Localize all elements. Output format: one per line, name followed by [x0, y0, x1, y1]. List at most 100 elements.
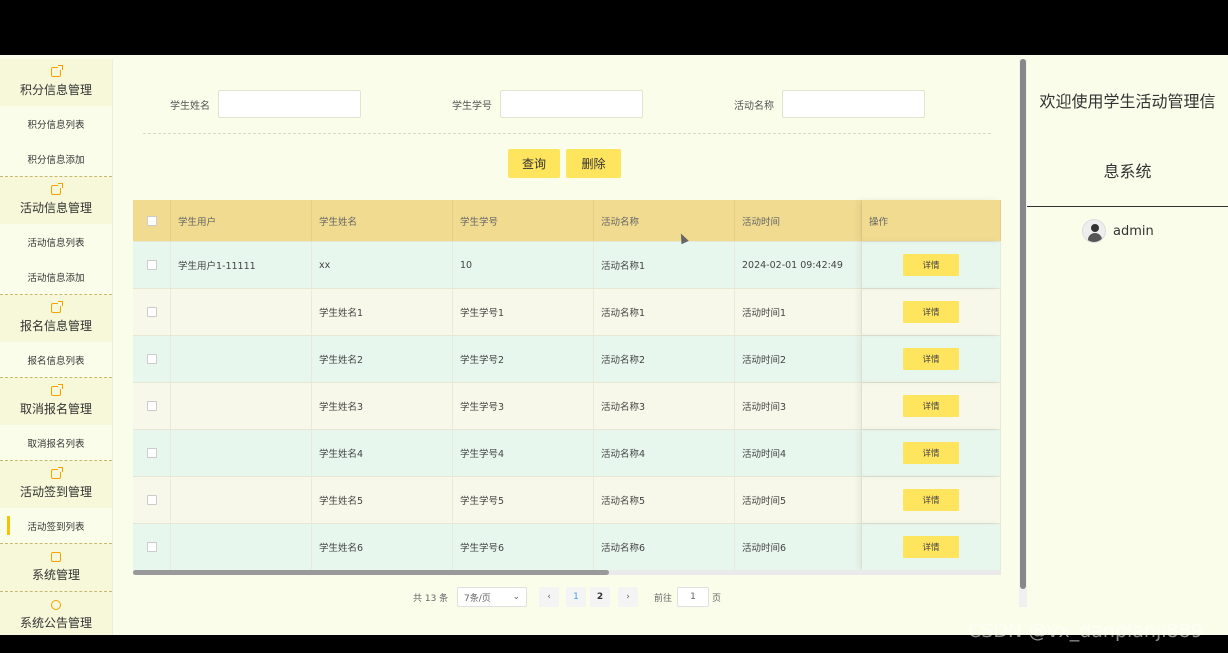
table-cell: 活动名称2: [594, 336, 735, 382]
menu-group-header[interactable]: 报名信息管理: [0, 295, 112, 342]
header-activity-time[interactable]: 活动时间: [735, 200, 862, 241]
student-no-label: 学生学号: [452, 100, 492, 112]
table-cell: 学生学号6: [453, 524, 594, 570]
row-select-cell: [133, 524, 171, 570]
menu-group-header[interactable]: 活动签到管理: [0, 461, 112, 508]
detail-button[interactable]: 详情: [903, 536, 959, 558]
row-checkbox[interactable]: [146, 495, 157, 505]
menu-group-title: 积分信息管理: [19, 83, 92, 97]
header-activity-name[interactable]: 活动名称: [594, 200, 735, 241]
sidebar-menu-item[interactable]: 活动信息列表: [0, 224, 112, 259]
menu-group-title: 活动签到管理: [19, 485, 92, 499]
table-cell: 学生用户1-11111: [171, 242, 312, 288]
edit-icon: [51, 384, 63, 396]
welcome-title: 欢迎使用学生活动管理信 息系统: [1027, 55, 1228, 207]
row-checkbox[interactable]: [146, 307, 157, 317]
search-bar: 学生姓名 学生学号 活动名称: [113, 90, 1021, 120]
table-cell: [171, 336, 312, 382]
page-suffix: 页: [712, 593, 722, 604]
table-cell: [171, 289, 312, 335]
watermark: CSDN @vx_danpianji889: [968, 620, 1203, 642]
delete-button[interactable]: 删除: [566, 149, 621, 178]
select-all-checkbox[interactable]: [146, 215, 157, 226]
table-cell: 活动名称3: [594, 383, 735, 429]
table-cell: 学生姓名4: [312, 430, 453, 476]
row-checkbox[interactable]: [146, 354, 157, 364]
row-checkbox[interactable]: [146, 260, 157, 270]
actions-cell: 详情: [862, 289, 1001, 335]
detail-button[interactable]: 详情: [903, 301, 959, 323]
sidebar: 积分信息管理积分信息列表 积分信息添加 活动信息管理 活动信息列表 活动信息添加 报名信息…: [0, 59, 113, 635]
header-student-name[interactable]: 学生姓名: [312, 200, 453, 241]
menu-group-header[interactable]: 取消报名管理: [0, 378, 112, 425]
query-button[interactable]: 查询: [508, 149, 560, 178]
table-cell: 活动时间6: [735, 524, 862, 570]
table-cell: 学生学号4: [453, 430, 594, 476]
activity-name-field: 活动名称: [734, 90, 925, 118]
student-no-input[interactable]: [500, 90, 643, 118]
welcome-line-1: 欢迎使用学生活动管理信: [1039, 92, 1216, 111]
header-student-user[interactable]: 学生用户: [171, 200, 312, 241]
table-cell: 10: [453, 242, 594, 288]
table-cell: 活动时间1: [735, 289, 862, 335]
page-1-button[interactable]: 1: [566, 587, 586, 607]
actions-cell: 详情: [862, 477, 1001, 523]
menu-group-header[interactable]: 活动信息管理: [0, 177, 112, 224]
sidebar-menu-item[interactable]: 积分信息添加: [0, 141, 112, 176]
table-cell: 活动名称1: [594, 242, 735, 288]
next-page-button[interactable]: ›: [618, 587, 638, 607]
vertical-scrollbar[interactable]: [1020, 59, 1026, 589]
actions-cell: 详情: [862, 242, 1001, 288]
data-table: 学生用户 学生姓名 学生学号 活动名称 活动时间 操作 学生用户1-11111 x…: [133, 200, 1001, 570]
edit-icon: [51, 301, 63, 313]
menu-group-header[interactable]: 系统管理: [0, 544, 112, 591]
sidebar-menu-item[interactable]: 报名信息列表: [0, 342, 112, 377]
page-2-button[interactable]: 2: [590, 587, 610, 607]
sidebar-menu-item[interactable]: 积分信息列表: [0, 106, 112, 141]
table-row: 学生姓名3 学生学号3 活动名称3 活动时间3 详情: [133, 382, 1001, 429]
table-cell: 学生姓名2: [312, 336, 453, 382]
detail-button[interactable]: 详情: [903, 442, 959, 464]
menu-group-header[interactable]: 系统公告管理: [0, 592, 112, 635]
sidebar-menu-item[interactable]: 取消报名列表: [0, 425, 112, 460]
table-cell: 活动名称5: [594, 477, 735, 523]
row-checkbox[interactable]: [146, 542, 157, 552]
row-checkbox[interactable]: [146, 401, 157, 411]
user-menu[interactable]: admin: [1082, 219, 1154, 243]
menu-group-header[interactable]: 积分信息管理: [0, 59, 112, 106]
header-student-no[interactable]: 学生学号: [453, 200, 594, 241]
row-select-cell: [133, 383, 171, 429]
activity-name-input[interactable]: [782, 90, 925, 118]
student-name-input[interactable]: [218, 90, 361, 118]
row-select-cell: [133, 242, 171, 288]
menu-group: 取消报名管理 取消报名列表: [0, 378, 112, 461]
table-cell: 学生姓名1: [312, 289, 453, 335]
page-size-value: 7条/页: [464, 593, 491, 604]
table-cell: 学生姓名6: [312, 524, 453, 570]
horizontal-scrollbar[interactable]: [133, 570, 1001, 575]
menu-group-title: 系统公告管理: [19, 616, 92, 630]
detail-button[interactable]: 详情: [903, 489, 959, 511]
page-size-select[interactable]: 7条/页 ⌄: [457, 587, 527, 607]
edit-icon: [51, 65, 63, 77]
horizontal-scroll-thumb[interactable]: [133, 570, 609, 575]
actions-cell: 详情: [862, 383, 1001, 429]
detail-button[interactable]: 详情: [903, 395, 959, 417]
table-cell: 活动时间5: [735, 477, 862, 523]
row-checkbox[interactable]: [146, 448, 157, 458]
detail-button[interactable]: 详情: [903, 254, 959, 276]
menu-group: 系统公告管理: [0, 592, 112, 635]
detail-button[interactable]: 详情: [903, 348, 959, 370]
pagination: 共 13 条 7条/页 ⌄ ‹ 1 2 › 前往 1 页: [113, 587, 1021, 607]
sidebar-menu-item[interactable]: 活动信息添加: [0, 259, 112, 294]
table-cell: xx: [312, 242, 453, 288]
table-cell: [171, 477, 312, 523]
search-divider: [143, 133, 991, 134]
row-select-cell: [133, 336, 171, 382]
prev-page-button[interactable]: ‹: [539, 587, 559, 607]
table-cell: 学生学号1: [453, 289, 594, 335]
table-row: 学生姓名4 学生学号4 活动名称4 活动时间4 详情: [133, 429, 1001, 476]
table-cell: [171, 430, 312, 476]
sidebar-menu-item[interactable]: 活动签到列表: [0, 508, 112, 543]
goto-page-input[interactable]: 1: [677, 587, 709, 607]
